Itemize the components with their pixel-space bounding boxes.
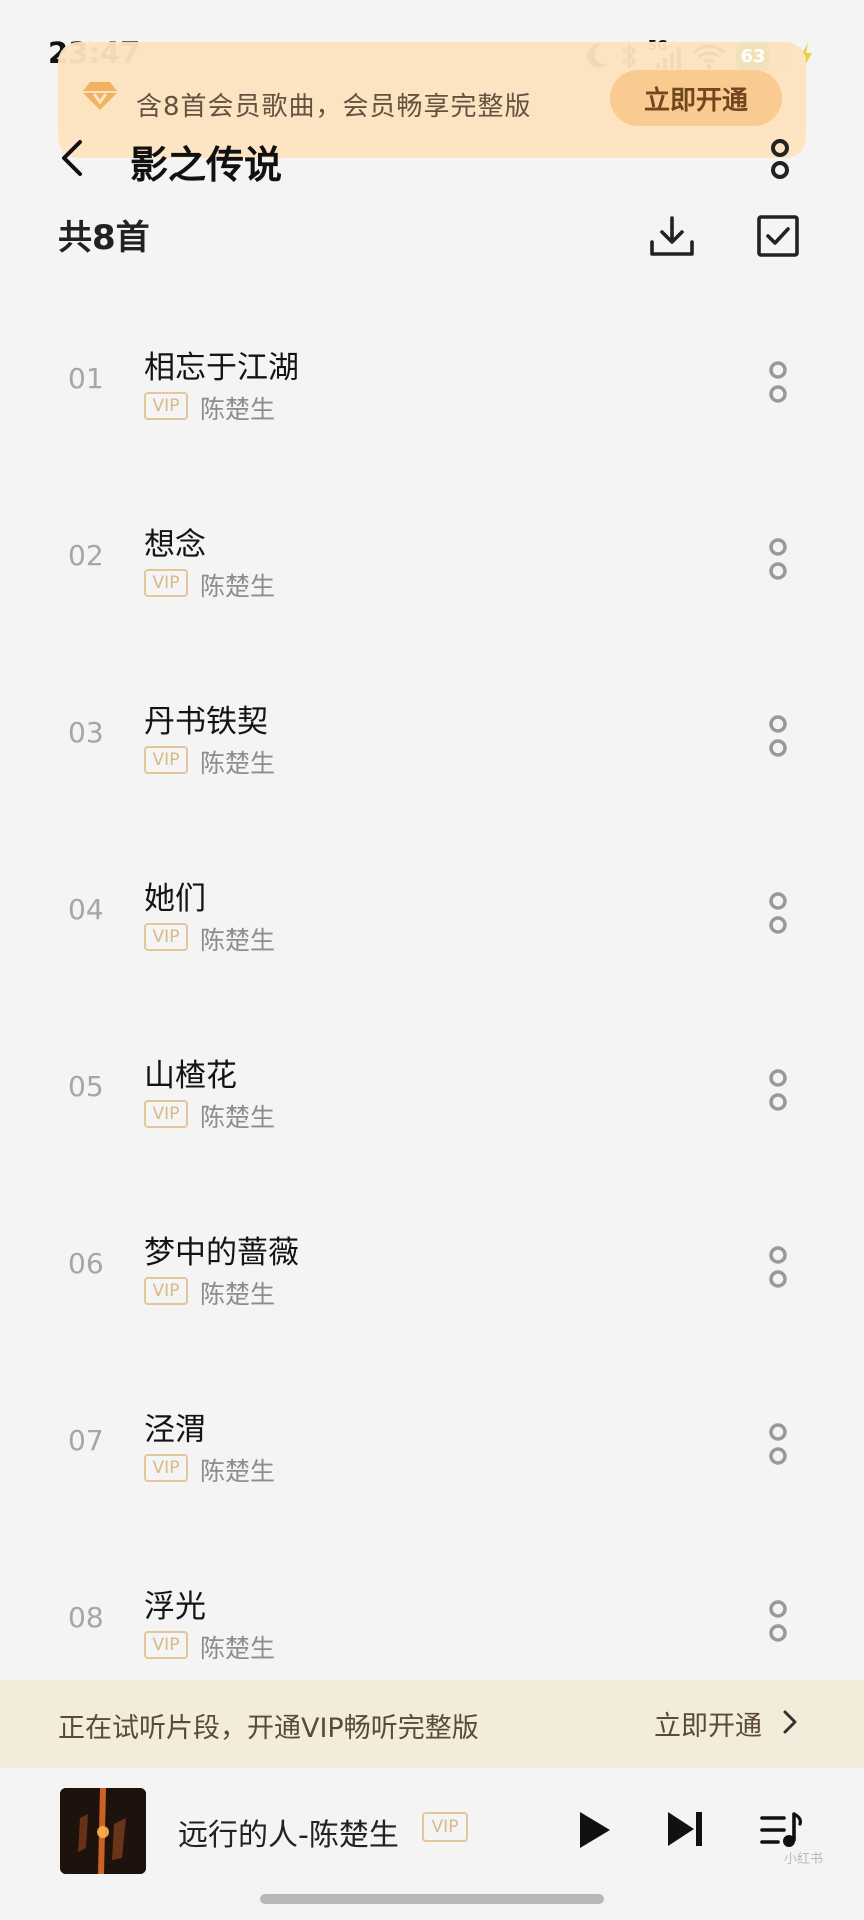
back-arrow-icon[interactable] [54,136,94,180]
song-row[interactable]: 04 她们 VIP 陈楚生 [0,841,864,991]
song-title: 想念 [144,527,206,563]
trial-activate-link[interactable]: 立即开通 [654,1704,762,1743]
vip-banner-text: 含8首会员歌曲，会员畅享完整版 [136,92,532,122]
multi-select-icon[interactable] [756,214,800,258]
song-title: 相忘于江湖 [144,350,299,386]
diamond-icon [82,82,118,110]
track-number: 08 [68,1601,104,1634]
track-number: 05 [68,1070,104,1103]
vip-badge: VIP [144,1100,188,1128]
vip-badge: VIP [144,1631,188,1659]
track-number: 07 [68,1424,104,1457]
next-track-icon[interactable] [664,1808,706,1850]
song-row[interactable]: 05 山楂花 VIP 陈楚生 [0,1018,864,1168]
vip-badge: VIP [144,1454,188,1482]
song-row[interactable]: 03 丹书铁契 VIP 陈楚生 [0,664,864,814]
track-number: 04 [68,893,104,926]
song-row[interactable]: 07 泾渭 VIP 陈楚生 [0,1372,864,1522]
activate-vip-button[interactable]: 立即开通 [610,70,782,126]
song-more-icon[interactable] [764,1595,792,1647]
vip-badge: VIP [144,569,188,597]
track-number: 02 [68,539,104,572]
vip-badge: VIP [144,923,188,951]
album-cover[interactable] [60,1788,146,1874]
song-row[interactable]: 02 想念 VIP 陈楚生 [0,487,864,637]
song-title: 梦中的蔷薇 [144,1235,299,1271]
more-options-icon[interactable] [766,138,794,182]
song-artist: 陈楚生 [200,572,276,601]
play-icon[interactable] [574,1808,614,1852]
battery-level: 63 [740,45,766,67]
vip-badge: VIP [144,746,188,774]
vip-badge: VIP [422,1812,468,1842]
now-playing-title[interactable]: 远行的人-陈楚生 [178,1810,399,1854]
trial-notice-bar[interactable]: 正在试听片段，开通VIP畅听完整版 立即开通 [0,1680,864,1768]
song-artist: 陈楚生 [200,926,276,955]
song-title: 丹书铁契 [144,704,268,740]
playlist-queue-icon[interactable] [760,1810,804,1852]
song-more-icon[interactable] [764,356,792,408]
page-title: 影之传说 [130,143,283,187]
song-row[interactable]: 01 相忘于江湖 VIP 陈楚生 [0,310,864,460]
home-indicator[interactable] [260,1894,604,1904]
vip-badge: VIP [144,392,188,420]
song-title: 浮光 [144,1589,206,1625]
song-more-icon[interactable] [764,1418,792,1470]
song-artist: 陈楚生 [200,749,276,778]
song-row[interactable]: 06 梦中的蔷薇 VIP 陈楚生 [0,1195,864,1345]
download-icon[interactable] [648,214,696,260]
song-title: 她们 [144,881,206,917]
album-cover-art [60,1788,146,1874]
track-number: 06 [68,1247,104,1280]
song-more-icon[interactable] [764,887,792,939]
song-more-icon[interactable] [764,533,792,585]
song-title: 泾渭 [144,1412,206,1448]
track-number: 01 [68,362,104,395]
song-artist: 陈楚生 [200,1457,276,1486]
song-more-icon[interactable] [764,1064,792,1116]
song-count-label: 共8首 [58,218,150,258]
trial-notice-text: 正在试听片段，开通VIP畅听完整版 [58,1713,479,1744]
track-number: 03 [68,716,104,749]
vip-badge: VIP [144,1277,188,1305]
song-more-icon[interactable] [764,1241,792,1293]
song-row[interactable]: 08 浮光 VIP 陈楚生 [0,1549,864,1699]
song-artist: 陈楚生 [200,1280,276,1309]
chevron-right-icon[interactable] [778,1706,802,1738]
song-artist: 陈楚生 [200,395,276,424]
song-title: 山楂花 [144,1058,237,1094]
song-artist: 陈楚生 [200,1103,276,1132]
watermark-text: 小红书 [784,1852,824,1867]
song-more-icon[interactable] [764,710,792,762]
song-artist: 陈楚生 [200,1634,276,1663]
